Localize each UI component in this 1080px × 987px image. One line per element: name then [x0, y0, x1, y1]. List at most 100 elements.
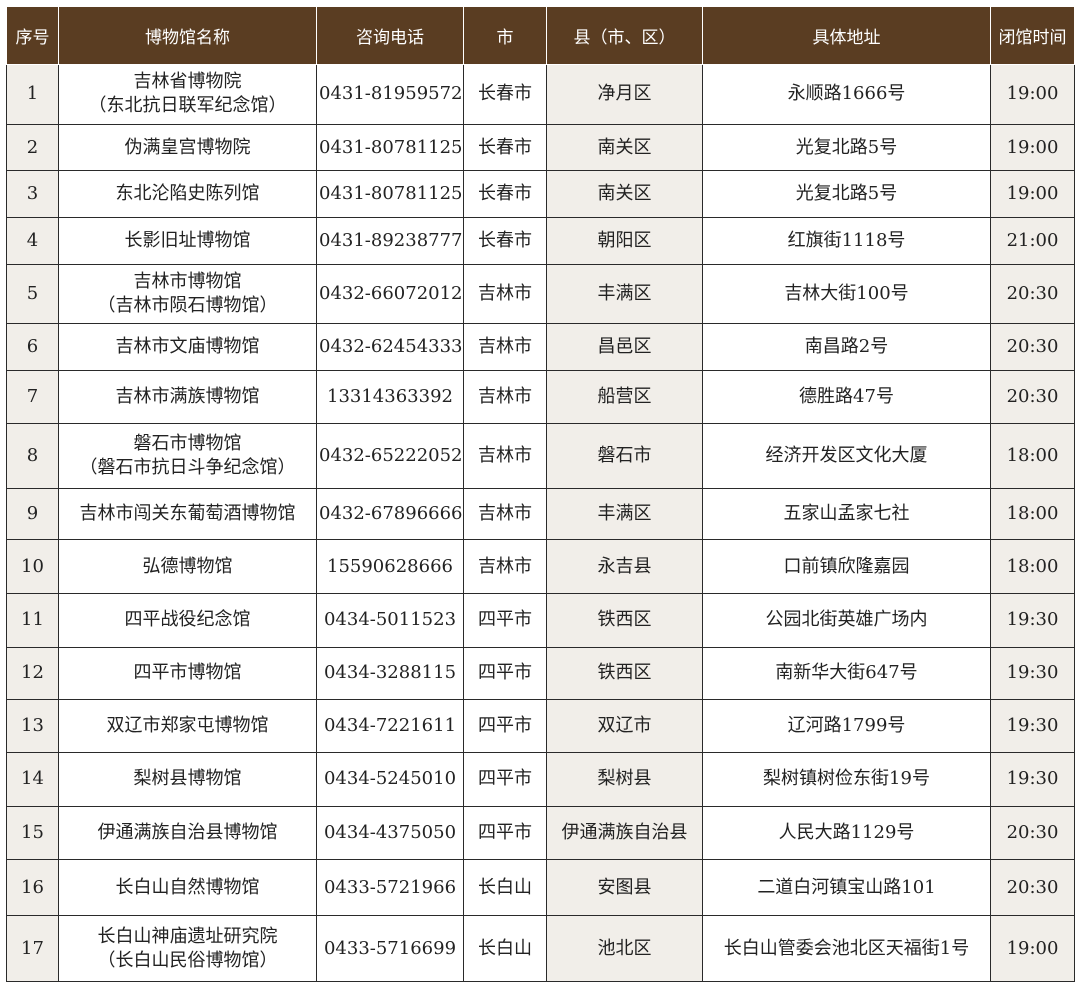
cell-close-time: 18:00 — [990, 422, 1075, 489]
cell-district: 南关区 — [546, 123, 703, 172]
cell-close-time: 20:30 — [990, 370, 1075, 424]
header-city: 市 — [463, 6, 547, 65]
cell-phone: 0434-5245010 — [316, 751, 464, 807]
table-row: 14 梨树县博物馆 0434-5245010 四平市 梨树县 梨树镇树俭东街19号 19:3… — [6, 751, 1075, 807]
table-row: 8 磐石市博物馆 （磐石市抗日斗争纪念馆） 0432-65222052 吉林市 磐石市 经济… — [6, 422, 1075, 489]
cell-no: 1 — [6, 64, 59, 125]
table-row: 16 长白山自然博物馆 0433-5721966 长白山 安图县 二道白河镇宝山路101 2… — [6, 859, 1075, 917]
cell-phone: 0431-80781125 — [316, 170, 464, 218]
museum-name: 四平市博物馆 — [133, 662, 242, 684]
table-row: 6 吉林市文庙博物馆 0432-62454333 吉林市 昌邑区 南昌路2号 20:30 — [6, 323, 1075, 371]
museum-name: 吉林省博物院 — [133, 71, 242, 93]
cell-name: 吉林省博物院 （东北抗日联军纪念馆） — [58, 64, 317, 125]
cell-city: 四平市 — [463, 592, 547, 648]
cell-address: 吉林大街100号 — [702, 263, 991, 325]
cell-district: 净月区 — [546, 64, 703, 125]
cell-address: 公园北街英雄广场内 — [702, 592, 991, 648]
cell-city: 吉林市 — [463, 323, 547, 371]
cell-name: 四平战役纪念馆 — [58, 592, 317, 648]
cell-district: 朝阳区 — [546, 217, 703, 265]
cell-close-time: 19:30 — [990, 699, 1075, 753]
header-no: 序号 — [6, 6, 59, 65]
museum-name: 长白山自然博物馆 — [115, 876, 260, 898]
cell-name: 双辽市郑家屯博物馆 — [58, 699, 317, 753]
cell-district: 永吉县 — [546, 539, 703, 594]
cell-phone: 0432-65222052 — [316, 422, 464, 489]
cell-no: 4 — [6, 217, 59, 265]
cell-district: 安图县 — [546, 859, 703, 917]
museum-name: 双辽市郑家屯博物馆 — [106, 715, 269, 737]
cell-name: 长白山神庙遗址研究院 （长白山民俗博物馆） — [58, 915, 317, 982]
cell-address: 辽河路1799号 — [702, 699, 991, 753]
cell-no: 12 — [6, 646, 59, 701]
cell-phone: 0431-80781125 — [316, 123, 464, 172]
cell-phone: 0434-3288115 — [316, 646, 464, 701]
cell-address: 德胜路47号 — [702, 370, 991, 424]
cell-no: 8 — [6, 422, 59, 489]
cell-close-time: 19:00 — [990, 64, 1075, 125]
cell-close-time: 18:00 — [990, 487, 1075, 541]
cell-city: 吉林市 — [463, 422, 547, 489]
cell-city: 长春市 — [463, 170, 547, 218]
museum-name: 伪满皇宫博物院 — [124, 136, 251, 158]
cell-no: 2 — [6, 123, 59, 172]
table-row: 1 吉林省博物院 （东北抗日联军纪念馆） 0431-81959572 长春市 净月区 永顺路… — [6, 64, 1075, 125]
cell-district: 伊通满族自治县 — [546, 805, 703, 861]
cell-address: 人民大路1129号 — [702, 805, 991, 861]
cell-close-time: 19:00 — [990, 170, 1075, 218]
cell-no: 16 — [6, 859, 59, 917]
cell-district: 双辽市 — [546, 699, 703, 753]
museum-name: 梨树县博物馆 — [133, 768, 242, 790]
cell-district: 丰满区 — [546, 487, 703, 541]
cell-phone: 0434-4375050 — [316, 805, 464, 861]
cell-close-time: 18:00 — [990, 539, 1075, 594]
cell-name: 吉林市满族博物馆 — [58, 370, 317, 424]
cell-district: 丰满区 — [546, 263, 703, 325]
cell-city: 吉林市 — [463, 263, 547, 325]
cell-close-time: 20:30 — [990, 263, 1075, 325]
cell-district: 磐石市 — [546, 422, 703, 489]
cell-city: 四平市 — [463, 699, 547, 753]
cell-phone: 0434-5011523 — [316, 592, 464, 648]
cell-close-time: 20:30 — [990, 859, 1075, 917]
header-close-time: 闭馆时间 — [990, 6, 1075, 65]
table-row: 10 弘德博物馆 15590628666 吉林市 永吉县 口前镇欣隆嘉园 18:00 — [6, 539, 1075, 594]
cell-address: 二道白河镇宝山路101 — [702, 859, 991, 917]
table-row: 11 四平战役纪念馆 0434-5011523 四平市 铁西区 公园北街英雄广场内 19:3… — [6, 592, 1075, 648]
cell-district: 池北区 — [546, 915, 703, 982]
cell-close-time: 19:30 — [990, 592, 1075, 648]
cell-address: 梨树镇树俭东街19号 — [702, 751, 991, 807]
cell-city: 吉林市 — [463, 370, 547, 424]
cell-no: 10 — [6, 539, 59, 594]
museum-name: 吉林市闯关东葡萄酒博物馆 — [79, 502, 296, 524]
cell-phone: 0431-89238777 — [316, 217, 464, 265]
table-row: 12 四平市博物馆 0434-3288115 四平市 铁西区 南新华大街647号 19:30 — [6, 646, 1075, 701]
cell-district: 铁西区 — [546, 592, 703, 648]
cell-district: 铁西区 — [546, 646, 703, 701]
cell-phone: 0431-81959572 — [316, 64, 464, 125]
cell-city: 长白山 — [463, 859, 547, 917]
cell-address: 红旗街1118号 — [702, 217, 991, 265]
museum-name: 长白山神庙遗址研究院 — [97, 925, 278, 947]
cell-address: 口前镇欣隆嘉园 — [702, 539, 991, 594]
cell-city: 四平市 — [463, 646, 547, 701]
header-address: 具体地址 — [702, 6, 991, 65]
cell-city: 四平市 — [463, 805, 547, 861]
table-row: 2 伪满皇宫博物院 0431-80781125 长春市 南关区 光复北路5号 19:00 — [6, 123, 1075, 172]
cell-name: 吉林市文庙博物馆 — [58, 323, 317, 371]
cell-phone: 0432-66072012 — [316, 263, 464, 325]
museum-name: 伊通满族自治县博物馆 — [97, 821, 278, 843]
cell-name: 梨树县博物馆 — [58, 751, 317, 807]
museum-alt-name: （东北抗日联军纪念馆） — [88, 95, 287, 117]
cell-name: 吉林市博物馆 （吉林市陨石博物馆） — [58, 263, 317, 325]
cell-close-time: 19:00 — [990, 915, 1075, 982]
museum-alt-name: （长白山民俗博物馆） — [97, 949, 278, 971]
cell-no: 6 — [6, 323, 59, 371]
cell-no: 9 — [6, 487, 59, 541]
cell-name: 磐石市博物馆 （磐石市抗日斗争纪念馆） — [58, 422, 317, 489]
cell-district: 船营区 — [546, 370, 703, 424]
cell-city: 吉林市 — [463, 539, 547, 594]
cell-phone: 0432-67896666 — [316, 487, 464, 541]
cell-district: 南关区 — [546, 170, 703, 218]
museum-name: 长影旧址博物馆 — [124, 229, 251, 251]
